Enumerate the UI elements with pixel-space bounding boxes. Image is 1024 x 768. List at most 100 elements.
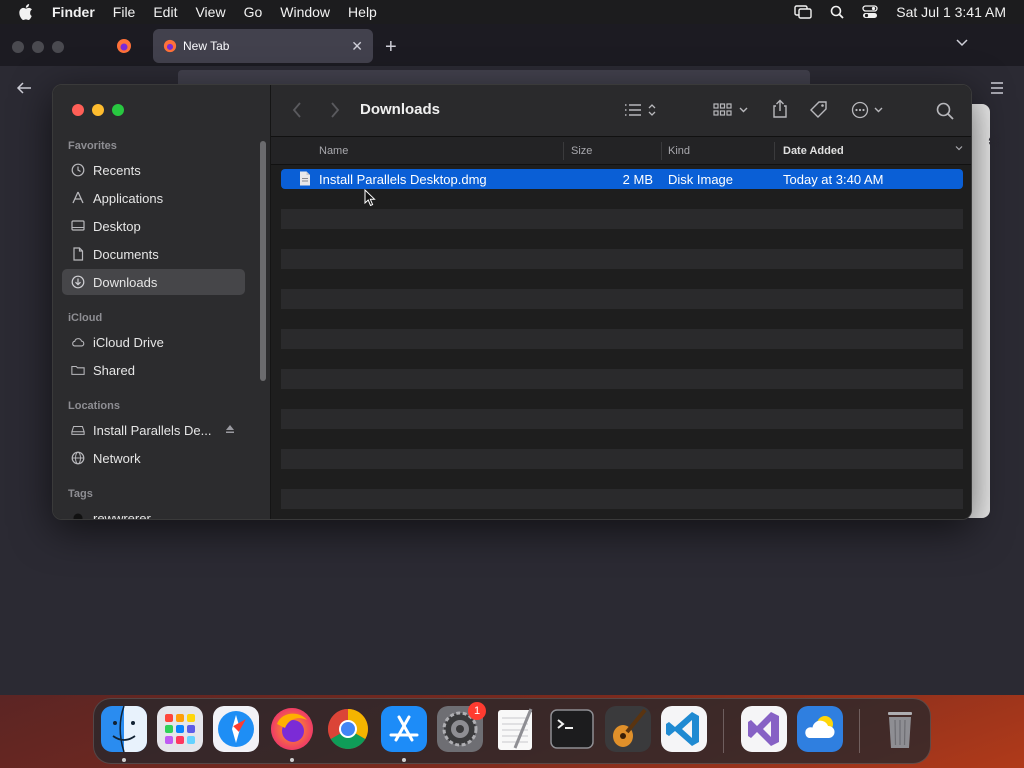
menu-file[interactable]: File bbox=[104, 4, 145, 20]
empty-row bbox=[281, 329, 963, 349]
menu-window[interactable]: Window bbox=[271, 4, 339, 20]
search-icon[interactable] bbox=[936, 102, 954, 120]
dock-textedit-icon[interactable] bbox=[493, 706, 539, 752]
dock-terminal-icon[interactable] bbox=[549, 706, 595, 752]
browser-minimize-button[interactable] bbox=[32, 41, 44, 53]
column-divider[interactable] bbox=[774, 142, 775, 160]
empty-row bbox=[281, 389, 963, 409]
sidebar-item-label: rewwrerer bbox=[93, 510, 151, 520]
menu-view[interactable]: View bbox=[186, 4, 234, 20]
browser-close-button[interactable] bbox=[12, 41, 24, 53]
screen-mirroring-icon[interactable] bbox=[794, 5, 812, 19]
file-name: Install Parallels Desktop.dmg bbox=[319, 172, 487, 187]
forward-icon[interactable] bbox=[329, 101, 341, 119]
empty-row bbox=[281, 269, 963, 289]
dock-firefox-icon[interactable] bbox=[269, 706, 315, 752]
column-name[interactable]: Name bbox=[319, 145, 348, 157]
browser-zoom-button[interactable] bbox=[52, 41, 64, 53]
dock-app-store-icon[interactable] bbox=[381, 706, 427, 752]
menu-go[interactable]: Go bbox=[235, 4, 272, 20]
gear-icon[interactable] bbox=[987, 133, 1003, 149]
new-tab-icon[interactable]: + bbox=[385, 36, 397, 59]
table-row[interactable]: Install Parallels Desktop.dmg 2 MB Disk … bbox=[281, 169, 963, 189]
address-bar[interactable] bbox=[178, 70, 810, 84]
share-icon[interactable] bbox=[771, 99, 789, 119]
column-kind[interactable]: Kind bbox=[668, 145, 690, 157]
hamburger-menu-icon[interactable] bbox=[990, 82, 1004, 94]
back-icon[interactable] bbox=[291, 101, 303, 119]
page-title: Downloads bbox=[360, 101, 441, 118]
browser-tab-active[interactable]: New Tab ✕ bbox=[153, 29, 373, 63]
menu-app-name[interactable]: Finder bbox=[52, 4, 104, 20]
empty-row bbox=[281, 349, 963, 369]
menu-edit[interactable]: Edit bbox=[144, 4, 186, 20]
minimize-button[interactable] bbox=[92, 104, 104, 116]
sidebar-item-shared[interactable]: Shared bbox=[62, 357, 245, 383]
back-arrow-icon[interactable] bbox=[16, 81, 32, 95]
column-date-added[interactable]: Date Added bbox=[783, 145, 844, 157]
control-center-icon[interactable] bbox=[862, 5, 878, 19]
sidebar-item-label: Network bbox=[93, 450, 141, 466]
dock-garageband-icon[interactable] bbox=[605, 706, 651, 752]
sidebar-item-label: Recents bbox=[93, 162, 141, 178]
dock-visual-studio-icon[interactable] bbox=[741, 706, 787, 752]
dock-trash-icon[interactable] bbox=[877, 706, 923, 752]
group-by-icon[interactable] bbox=[713, 102, 751, 118]
dock bbox=[93, 698, 931, 764]
sidebar-section-icloud: iCloud bbox=[68, 312, 103, 324]
chevron-down-icon[interactable] bbox=[955, 38, 969, 48]
sidebar-item-icloud-drive[interactable]: iCloud Drive bbox=[62, 329, 245, 355]
dock-vscode-icon[interactable] bbox=[661, 706, 707, 752]
column-size[interactable]: Size bbox=[571, 145, 592, 157]
sidebar-item-recents[interactable]: Recents bbox=[62, 157, 245, 183]
column-divider[interactable] bbox=[661, 142, 662, 160]
finder-sidebar: Favorites Recents Applications Desktop D… bbox=[53, 85, 271, 519]
more-actions-icon[interactable] bbox=[851, 101, 887, 119]
dock-separator bbox=[723, 709, 724, 753]
firefox-pinned-tab-icon[interactable] bbox=[116, 38, 132, 54]
sidebar-scrollbar[interactable] bbox=[260, 141, 266, 381]
sidebar-section-locations: Locations bbox=[68, 400, 120, 412]
running-indicator bbox=[402, 758, 406, 762]
tag-icon[interactable] bbox=[809, 100, 829, 120]
sort-chevron-icon[interactable] bbox=[954, 143, 964, 153]
menubar-clock[interactable]: Sat Jul 1 3:41 AM bbox=[896, 4, 1006, 20]
dock-safari-icon[interactable] bbox=[213, 706, 259, 752]
sidebar-item-parallels-volume[interactable]: Install Parallels De... bbox=[62, 417, 245, 443]
eject-icon[interactable] bbox=[225, 424, 235, 434]
close-tab-icon[interactable]: ✕ bbox=[351, 38, 363, 55]
file-kind: Disk Image bbox=[668, 172, 734, 187]
sidebar-item-desktop[interactable]: Desktop bbox=[62, 213, 245, 239]
file-size: 2 MB bbox=[622, 172, 653, 187]
sidebar-item-downloads[interactable]: Downloads bbox=[62, 269, 245, 295]
close-button[interactable] bbox=[72, 104, 84, 116]
column-divider[interactable] bbox=[563, 142, 564, 160]
file-list: Install Parallels Desktop.dmg 2 MB Disk … bbox=[281, 169, 963, 509]
sidebar-item-applications[interactable]: Applications bbox=[62, 185, 245, 211]
dock-launchpad-icon[interactable] bbox=[157, 706, 203, 752]
sidebar-item-label: Documents bbox=[93, 246, 159, 262]
dock-chrome-icon[interactable] bbox=[325, 706, 371, 752]
empty-row bbox=[281, 249, 963, 269]
sidebar-item-documents[interactable]: Documents bbox=[62, 241, 245, 267]
browser-window-controls bbox=[12, 41, 64, 53]
dock-finder-icon[interactable] bbox=[101, 706, 147, 752]
empty-row bbox=[281, 369, 963, 389]
desktop-icon bbox=[71, 219, 85, 233]
dock-weather-icon[interactable] bbox=[797, 706, 843, 752]
firefox-tab-icon bbox=[163, 39, 177, 53]
dock-separator bbox=[859, 709, 860, 753]
sidebar-item-tag[interactable]: rewwrerer bbox=[62, 505, 245, 520]
menu-help[interactable]: Help bbox=[339, 4, 386, 20]
apple-menu-icon[interactable] bbox=[0, 4, 52, 20]
sidebar-item-label: Install Parallels De... bbox=[93, 422, 212, 438]
empty-row bbox=[281, 309, 963, 329]
list-view-icon[interactable] bbox=[624, 102, 660, 118]
empty-row bbox=[281, 189, 963, 209]
mouse-cursor-icon bbox=[364, 189, 376, 207]
applications-icon bbox=[71, 191, 85, 205]
spotlight-search-icon[interactable] bbox=[830, 5, 844, 19]
disk-icon bbox=[71, 423, 85, 437]
zoom-button[interactable] bbox=[112, 104, 124, 116]
sidebar-item-network[interactable]: Network bbox=[62, 445, 245, 471]
